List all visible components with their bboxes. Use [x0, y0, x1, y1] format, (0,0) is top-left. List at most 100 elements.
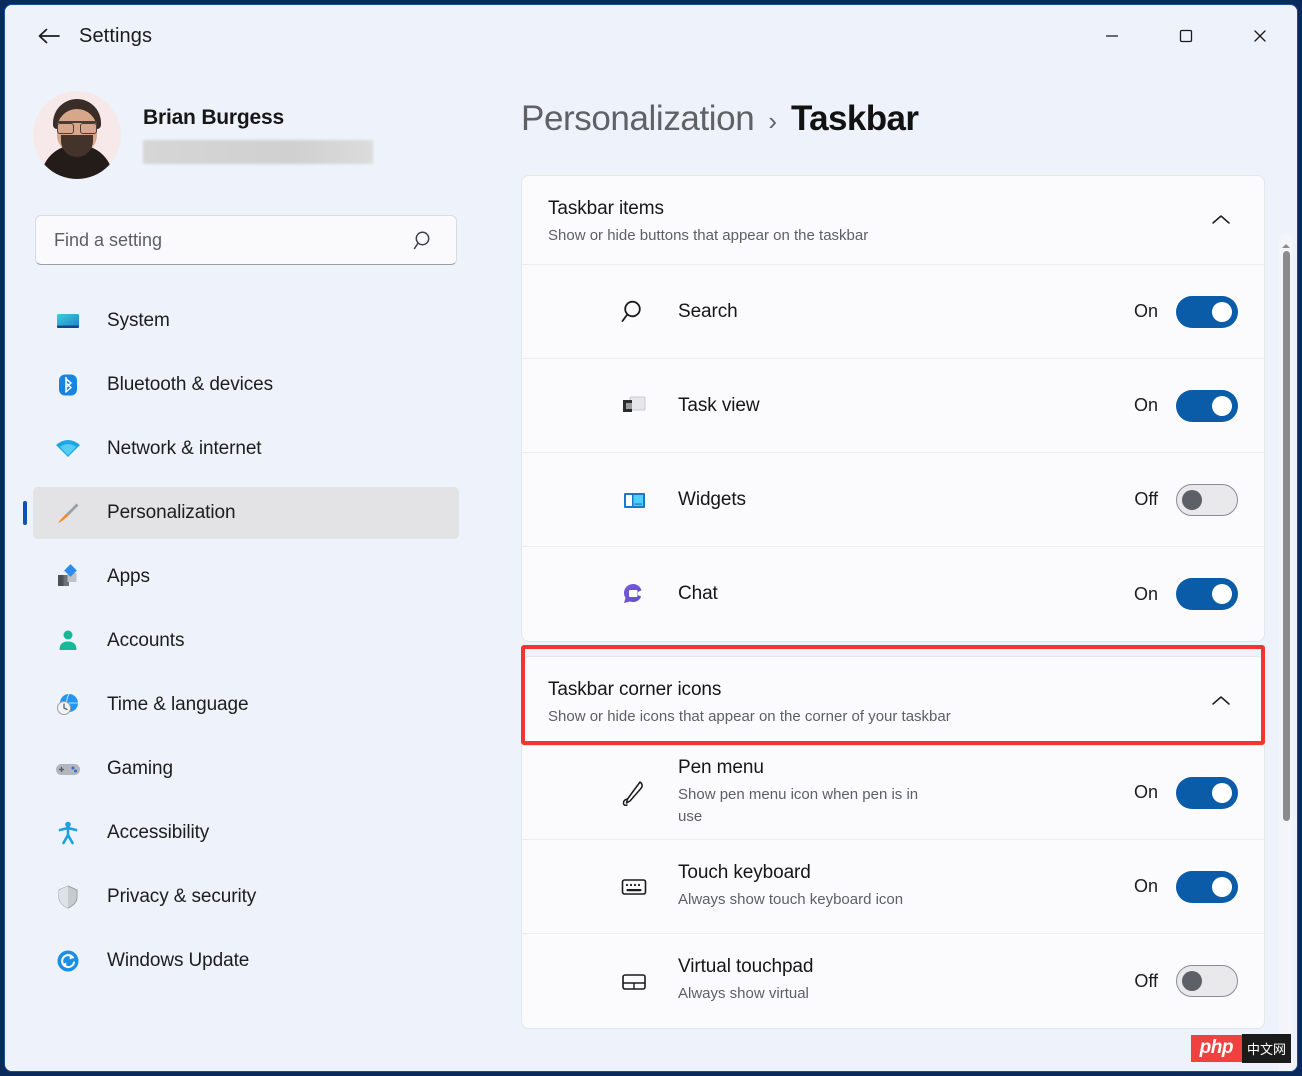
sidebar-item-label: Privacy & security	[107, 886, 257, 907]
shield-icon	[51, 884, 85, 910]
wifi-icon	[51, 436, 85, 462]
update-icon	[51, 948, 85, 974]
setting-title: Pen menu	[678, 756, 764, 778]
toggle-task-view[interactable]	[1176, 389, 1238, 422]
setting-state: Off	[1134, 489, 1158, 509]
breadcrumb-separator-icon: ›	[768, 106, 777, 136]
minimize-button[interactable]	[1075, 5, 1149, 67]
setting-state: Off	[1134, 970, 1158, 991]
setting-title: Touch keyboard	[678, 861, 811, 883]
toggle-pen-menu[interactable]	[1176, 776, 1238, 809]
watermark: php 中文网	[1190, 1034, 1291, 1063]
setting-title: Chat	[678, 583, 718, 604]
setting-state: On	[1133, 583, 1158, 604]
watermark-brand: php	[1190, 1035, 1242, 1062]
setting-title: Search	[678, 300, 738, 322]
paintbrush-icon	[51, 500, 85, 526]
sidebar-item-label: Apps	[107, 566, 150, 587]
sidebar-item-label: Personalization	[107, 502, 236, 523]
sidebar-item-personalization[interactable]: Personalization	[23, 487, 459, 539]
setting-title: Virtual touchpad	[678, 956, 814, 978]
close-button[interactable]	[1223, 5, 1297, 67]
chat-icon	[608, 579, 660, 609]
scrollbar-thumb[interactable]	[1283, 251, 1290, 821]
widgets-icon	[608, 485, 660, 515]
section-header[interactable]: Taskbar items Show or hide buttons that …	[522, 176, 1264, 265]
sidebar-item-gaming[interactable]: Gaming	[33, 743, 459, 795]
selection-indicator	[23, 501, 27, 525]
watermark-suffix: 中文网	[1241, 1034, 1291, 1063]
sidebar-item-system[interactable]: System	[33, 295, 459, 347]
section-taskbar-corner-icons: Taskbar corner icons Show or hide icons …	[521, 656, 1265, 1029]
search-box[interactable]	[35, 215, 457, 265]
setting-title: Widgets	[678, 488, 746, 510]
page-title: Taskbar	[790, 99, 919, 138]
toggle-chat[interactable]	[1176, 578, 1238, 610]
toggle-widgets[interactable]	[1176, 483, 1238, 516]
main-content: Personalization › Taskbar Taskbar items …	[487, 67, 1297, 1071]
sidebar-item-privacy-security[interactable]: Privacy & security	[33, 871, 459, 923]
sidebar-item-label: Network & internet	[107, 438, 262, 459]
sidebar-item-bluetooth-devices[interactable]: Bluetooth & devices	[33, 359, 459, 411]
sidebar-item-accessibility[interactable]: Accessibility	[33, 807, 459, 859]
breadcrumb: Personalization › Taskbar	[521, 99, 1297, 139]
setting-state: On	[1133, 782, 1158, 802]
section-taskbar-items: Taskbar items Show or hide buttons that …	[521, 175, 1265, 642]
setting-title: Task view	[678, 394, 760, 416]
setting-description: Show pen menu icon when pen is in use	[678, 785, 919, 826]
content-scrollbar[interactable]	[1279, 233, 1293, 1071]
close-icon	[1254, 30, 1266, 42]
section-subtitle: Show or hide icons that appear on the co…	[548, 708, 951, 725]
maximize-button[interactable]	[1149, 5, 1223, 67]
sidebar-item-label: Time & language	[107, 694, 249, 715]
setting-row-virtual-touchpad[interactable]: Virtual touchpad Always show virtual Off	[522, 934, 1264, 1028]
sidebar-item-windows-update[interactable]: Windows Update	[33, 935, 459, 987]
sidebar-item-label: Accessibility	[107, 822, 210, 843]
back-button[interactable]	[27, 18, 71, 54]
breadcrumb-parent[interactable]: Personalization	[521, 99, 755, 139]
setting-row-task-view[interactable]: Task view On	[522, 359, 1264, 453]
setting-row-chat[interactable]: Chat On	[522, 547, 1264, 641]
section-header[interactable]: Taskbar corner icons Show or hide icons …	[522, 657, 1264, 746]
toggle-search[interactable]	[1176, 295, 1238, 328]
account-email-redacted	[143, 140, 373, 164]
pen-icon	[608, 777, 660, 809]
section-subtitle: Show or hide buttons that appear on the …	[548, 227, 869, 244]
title-bar: Settings	[5, 5, 1297, 67]
account-name: Brian Burgess	[143, 106, 284, 129]
scroll-up-arrow-icon[interactable]	[1281, 237, 1291, 248]
sidebar-item-label: Bluetooth & devices	[107, 374, 274, 395]
account-block[interactable]: Brian Burgess	[33, 91, 487, 179]
setting-state: On	[1133, 876, 1158, 896]
section-title: Taskbar items	[548, 198, 664, 219]
sidebar-item-accounts[interactable]: Accounts	[33, 615, 459, 667]
setting-state: On	[1133, 301, 1158, 321]
sidebar-item-label: Gaming	[107, 758, 173, 779]
setting-description: Always show touch keyboard icon	[678, 890, 904, 908]
window-title: Settings	[79, 24, 153, 47]
keyboard-icon	[608, 871, 660, 903]
sidebar-item-network-internet[interactable]: Network & internet	[33, 423, 459, 475]
taskview-icon	[608, 391, 660, 421]
setting-row-pen-menu[interactable]: Pen menu Show pen menu icon when pen is …	[522, 746, 1264, 840]
setting-row-touch-keyboard[interactable]: Touch keyboard Always show touch keyboar…	[522, 840, 1264, 934]
window-controls	[1075, 5, 1297, 67]
sidebar-item-apps[interactable]: Apps	[33, 551, 459, 603]
setting-row-widgets[interactable]: Widgets Off	[522, 453, 1264, 547]
accessibility-icon	[51, 820, 85, 846]
toggle-virtual-touchpad[interactable]	[1176, 965, 1238, 997]
search-input[interactable]	[54, 229, 394, 251]
chevron-up-icon[interactable]	[1204, 202, 1238, 236]
apps-icon	[51, 564, 85, 590]
search-icon	[608, 297, 660, 327]
sidebar-item-time-language[interactable]: Time & language	[33, 679, 459, 731]
setting-row-search[interactable]: Search On	[522, 265, 1264, 359]
maximize-icon	[1179, 29, 1193, 43]
back-arrow-icon	[38, 28, 60, 44]
setting-state: On	[1133, 395, 1158, 415]
setting-description: Always show virtual	[678, 985, 809, 1003]
touchpad-icon	[608, 965, 660, 997]
search-icon	[413, 231, 430, 250]
toggle-touch-keyboard[interactable]	[1176, 870, 1238, 903]
chevron-up-icon[interactable]	[1204, 683, 1238, 717]
